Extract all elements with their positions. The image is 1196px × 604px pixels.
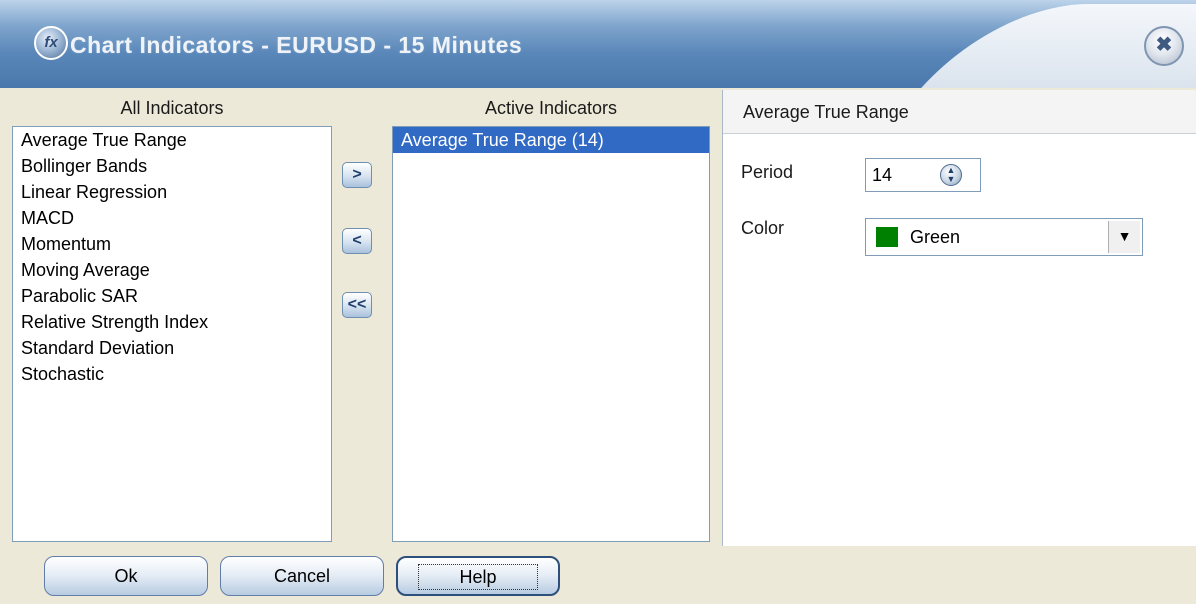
all-indicators-header: All Indicators	[120, 98, 224, 118]
help-button-label: Help	[418, 564, 538, 590]
all-indicators-item[interactable]: Moving Average	[13, 257, 331, 283]
ok-button[interactable]: Ok	[44, 556, 208, 596]
color-dropdown[interactable]: Green ▼	[865, 218, 1143, 256]
color-label: Color	[741, 218, 785, 238]
all-indicators-item[interactable]: Momentum	[13, 231, 331, 257]
period-label: Period	[741, 162, 794, 182]
all-indicators-item[interactable]: Relative Strength Index	[13, 309, 331, 335]
chart-indicators-dialog: fx Chart Indicators - EURUSD - 15 Minute…	[0, 0, 1196, 604]
all-indicators-item[interactable]: Stochastic	[13, 361, 331, 387]
remove-all-indicators-button[interactable]: <<	[342, 292, 372, 318]
active-indicators-header: Active Indicators	[484, 98, 618, 118]
all-indicators-list[interactable]: Average True Range Bollinger Bands Linear …	[12, 126, 332, 542]
close-icon: ✖	[1155, 34, 1173, 56]
chevron-down-icon[interactable]: ▼	[1108, 221, 1140, 253]
remove-indicator-button[interactable]: <	[342, 228, 372, 254]
all-indicators-item[interactable]: Standard Deviation	[13, 335, 331, 361]
period-stepper[interactable]: 14 ▲ ▼	[865, 158, 981, 192]
all-indicators-item[interactable]: Bollinger Bands	[13, 153, 331, 179]
double-chevron-left-icon: <<	[347, 296, 367, 313]
period-value[interactable]: 14	[872, 165, 892, 186]
chevron-right-icon: >	[352, 166, 362, 183]
spin-updown-icon[interactable]: ▲ ▼	[940, 164, 962, 186]
all-indicators-item[interactable]: MACD	[13, 205, 331, 231]
cancel-button[interactable]: Cancel	[220, 556, 384, 596]
add-indicator-button[interactable]: >	[342, 162, 372, 188]
color-swatch	[876, 227, 898, 247]
dialog-body: All Indicators Average True Range Bolling…	[0, 88, 1196, 604]
all-indicators-item[interactable]: Parabolic SAR	[13, 283, 331, 309]
title-bar[interactable]: fx Chart Indicators - EURUSD - 15 Minute…	[0, 0, 1196, 88]
close-button[interactable]: ✖	[1144, 26, 1184, 66]
properties-header: Average True Range	[723, 90, 1196, 134]
active-indicators-item[interactable]: Average True Range (14)	[393, 127, 709, 153]
indicator-properties-panel: Average True Range Period 14 ▲ ▼ Color Gr…	[722, 90, 1196, 546]
all-indicators-item[interactable]: Linear Regression	[13, 179, 331, 205]
active-indicators-list[interactable]: Average True Range (14)	[392, 126, 710, 542]
all-indicators-item[interactable]: Average True Range	[13, 127, 331, 153]
properties-title: Average True Range	[743, 102, 909, 122]
help-button[interactable]: Help	[396, 556, 560, 596]
color-value: Green	[910, 227, 961, 247]
app-icon: fx	[34, 26, 68, 60]
chevron-left-icon: <	[352, 232, 362, 249]
window-title: Chart Indicators - EURUSD - 15 Minutes	[70, 32, 523, 58]
